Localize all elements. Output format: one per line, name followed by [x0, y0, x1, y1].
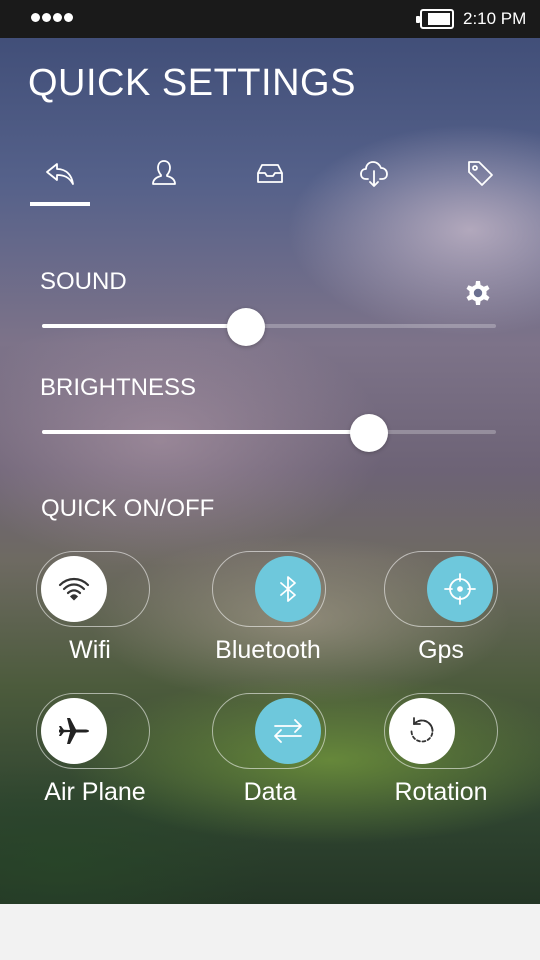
sound-slider-thumb[interactable]: [227, 308, 266, 346]
rotation-icon: [410, 717, 434, 743]
battery-icon: [416, 9, 454, 29]
toggle-knob: [41, 698, 107, 764]
signal-dots-icon: [31, 13, 73, 22]
airplane-toggle[interactable]: [36, 693, 150, 769]
data-transfer-icon: [274, 719, 302, 743]
brightness-slider-fill: [42, 430, 369, 434]
gps-toggle[interactable]: [384, 551, 498, 627]
gps-label: Gps: [418, 636, 464, 664]
airplane-icon: [59, 718, 89, 744]
status-time: 2:10 PM: [463, 9, 527, 28]
gear-icon[interactable]: [462, 277, 494, 309]
toggle-knob: [255, 556, 321, 622]
tab-user[interactable]: [134, 150, 194, 196]
tab-bar: [0, 150, 540, 210]
gps-icon: [444, 573, 476, 605]
tab-reply[interactable]: [30, 150, 90, 196]
sound-slider[interactable]: [42, 308, 496, 346]
page-title: QUICK SETTINGS: [28, 62, 356, 104]
tab-cloud-download[interactable]: [344, 150, 404, 196]
brightness-label: BRIGHTNESS: [40, 374, 197, 401]
bottom-bar: [0, 904, 540, 960]
toggle-knob: [427, 556, 493, 622]
bluetooth-label: Bluetooth: [215, 636, 321, 664]
tag-icon: [468, 161, 493, 186]
data-label: Data: [243, 778, 297, 806]
rotation-toggle[interactable]: [384, 693, 498, 769]
tab-tag[interactable]: [450, 150, 510, 196]
brightness-slider-thumb[interactable]: [349, 414, 388, 452]
wifi-label: Wifi: [69, 636, 111, 664]
quick-settings-screen: 2:10 PM QUICK SETTINGS SOUND BRIGHTNESS …: [0, 0, 540, 904]
toggle-knob: [389, 698, 455, 764]
data-toggle[interactable]: [212, 693, 326, 769]
sound-slider-fill: [42, 324, 247, 328]
brightness-slider[interactable]: [42, 414, 496, 452]
toggle-knob: [255, 698, 321, 764]
cloud-download-icon: [360, 161, 388, 187]
bluetooth-icon: [280, 576, 296, 602]
user-icon: [152, 160, 176, 185]
airplane-label: Air Plane: [44, 778, 146, 806]
wifi-icon: [58, 577, 90, 601]
tab-inbox[interactable]: [240, 150, 300, 196]
status-bar: 2:10 PM: [0, 0, 540, 38]
active-tab-indicator: [30, 202, 90, 206]
toggle-knob: [41, 556, 107, 622]
quick-onoff-label: QUICK ON/OFF: [41, 495, 215, 522]
bluetooth-toggle[interactable]: [212, 551, 326, 627]
sound-label: SOUND: [40, 268, 127, 295]
reply-icon: [46, 163, 74, 185]
inbox-icon: [257, 164, 283, 183]
wifi-toggle[interactable]: [36, 551, 150, 627]
rotation-label: Rotation: [394, 778, 488, 806]
